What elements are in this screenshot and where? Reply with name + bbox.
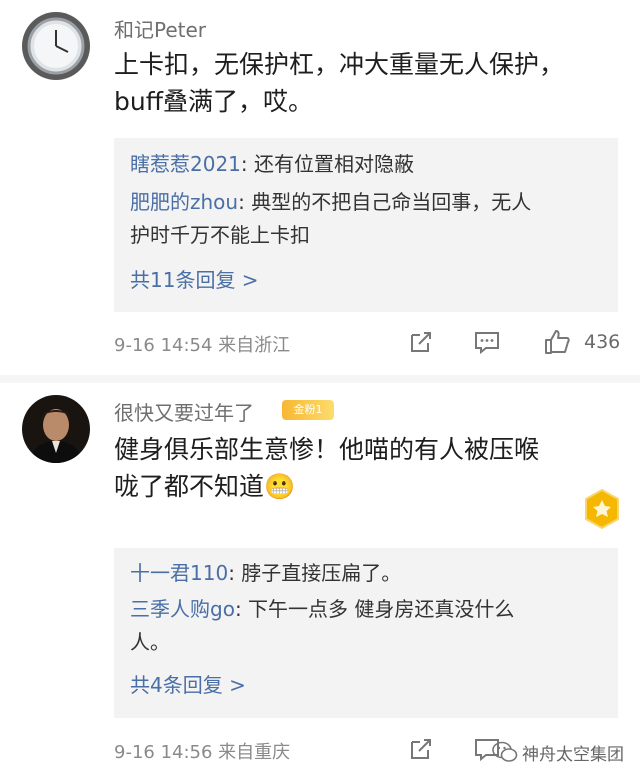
share-icon[interactable] [406,327,436,357]
comment-text-line: 健身俱乐部生意惨！他喵的有人被压喉 [114,435,540,464]
wechat-icon [492,741,518,762]
like-count: 436 [584,331,621,353]
reply-item[interactable]: 肥肥的zhou: 典型的不把自己命当回事，无人 护时千万不能上卡扣 [130,186,602,252]
share-icon[interactable] [406,734,436,764]
timestamp: 9-16 14:56 来自重庆 [114,742,291,763]
comment-text-line: 上卡扣，无保护杠，冲大重量无人保护， [114,50,565,79]
username[interactable]: 和记Peter [114,14,206,43]
reply-text: : 还有位置相对隐蔽 [240,152,415,176]
replies-box[interactable]: 十一君110: 脖子直接压扁了。 三季人购go: 下午一点多 健身房还真没什么 … [114,548,618,718]
watermark-text: 神舟太空集团 [522,745,624,765]
reply-item[interactable]: 三季人购go: 下午一点多 健身房还真没什么 人。 [130,593,602,659]
reply-username[interactable]: 三季人购go [130,597,235,621]
comment-item: 和记Peter 上卡扣，无保护杠，冲大重量无人保护， buff叠满了，哎。 瞎惹… [0,0,640,375]
more-replies-link[interactable]: 共11条回复 > [130,264,259,293]
more-replies-link[interactable]: 共4条回复 > [130,669,246,698]
username[interactable]: 很快又要过年了 [114,397,254,426]
reply-text: : 下午一点多 健身房还真没什么 [234,597,515,621]
comment-text: 上卡扣，无保护杠，冲大重量无人保护， buff叠满了，哎。 [114,46,614,120]
medal-icon [585,488,619,530]
comment-text: 健身俱乐部生意惨！他喵的有人被压喉 咙了都不知道😬 [114,431,614,505]
fan-badge: 金粉1 [282,400,334,420]
avatar[interactable] [22,12,90,80]
comment-text-line: buff叠满了，哎。 [114,87,313,116]
divider [0,375,640,383]
reply-text-continued: 人。 [130,630,170,654]
reply-username[interactable]: 肥肥的zhou [130,190,238,214]
reply-username[interactable]: 十一君110 [130,561,228,585]
reply-item[interactable]: 瞎惹惹2021: 还有位置相对隐蔽 [130,148,602,181]
reply-username[interactable]: 瞎惹惹2021 [130,152,241,176]
watermark: 神舟太空集团 [492,737,632,767]
timestamp: 9-16 14:54 来自浙江 [114,335,291,356]
reply-text-continued: 护时千万不能上卡扣 [130,223,310,247]
reply-text: : 典型的不把自己命当回事，无人 [238,190,532,214]
comment-meta: 9-16 14:54 来自浙江 436 [114,327,620,361]
reply-item[interactable]: 十一君110: 脖子直接压扁了。 [130,557,602,590]
reply-text: : 脖子直接压扁了。 [228,561,402,585]
comment-icon[interactable] [472,327,502,357]
like-icon[interactable] [542,327,572,357]
comment-item: 很快又要过年了 金粉1 健身俱乐部生意惨！他喵的有人被压喉 咙了都不知道😬 十一… [0,383,640,778]
replies-box[interactable]: 瞎惹惹2021: 还有位置相对隐蔽 肥肥的zhou: 典型的不把自己命当回事，无… [114,138,618,312]
comment-text-line: 咙了都不知道😬 [114,472,296,501]
avatar[interactable] [22,395,90,463]
